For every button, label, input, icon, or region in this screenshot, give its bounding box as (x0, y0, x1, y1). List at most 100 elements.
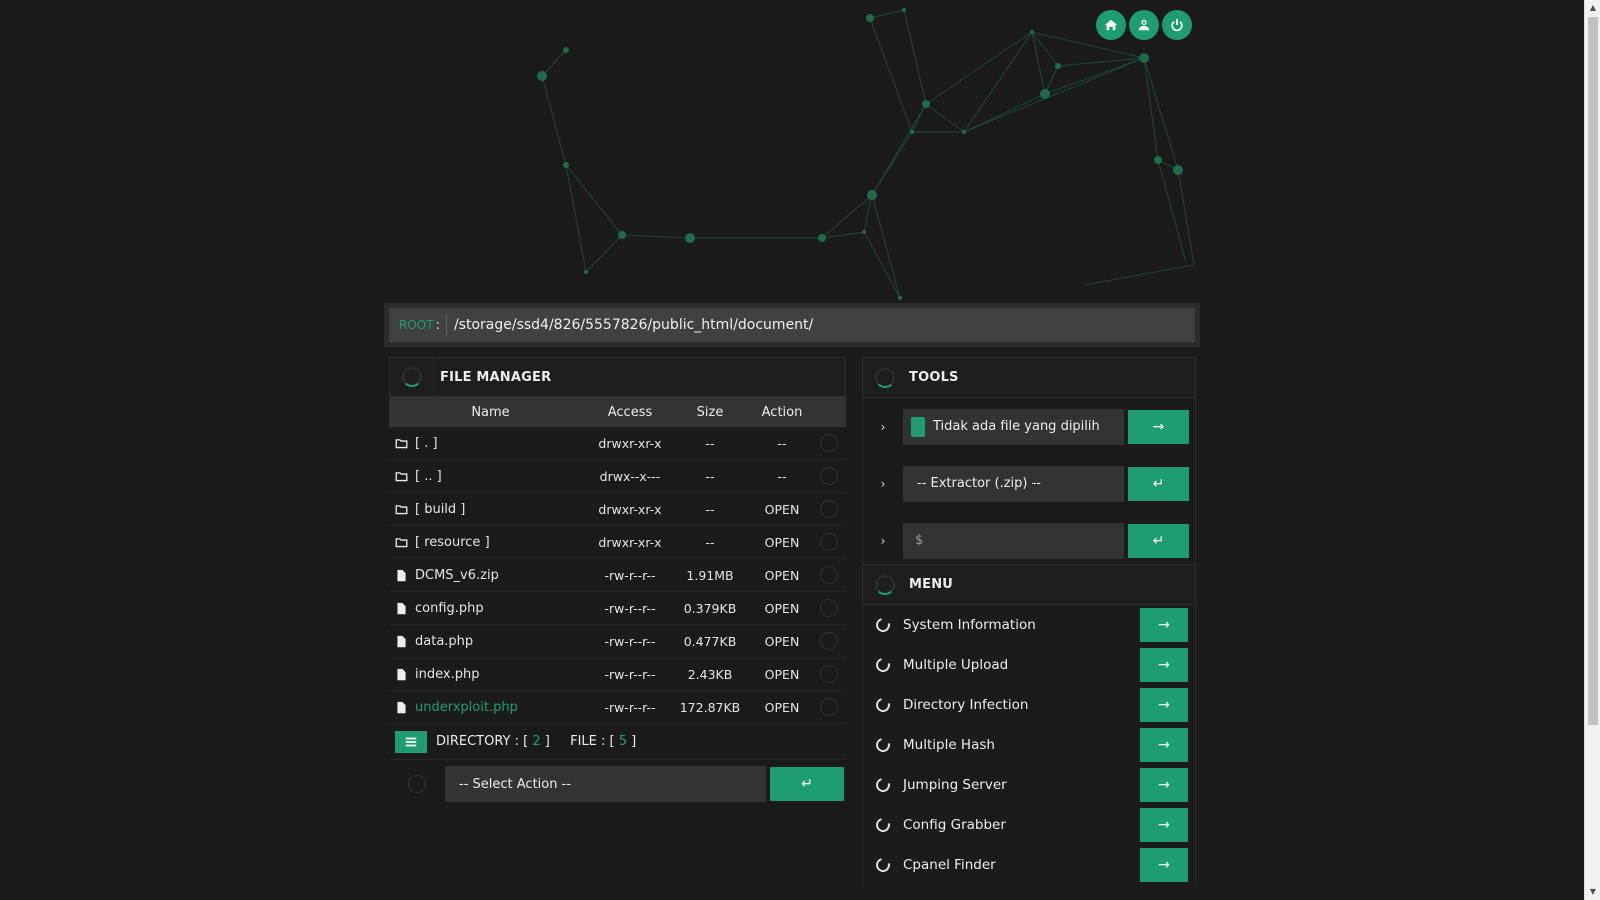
command-prompt: $ (915, 533, 924, 548)
file-name[interactable]: config.php (415, 601, 484, 616)
file-name[interactable]: [ . ] (415, 436, 438, 451)
hamburger-icon (405, 737, 417, 746)
file-name-cell[interactable]: DCMS_v6.zip (389, 568, 592, 583)
choose-file-button[interactable] (911, 416, 925, 437)
file-name[interactable]: [ build ] (415, 502, 465, 517)
menu-go-button[interactable]: → (1140, 648, 1188, 682)
action-select[interactable]: -- Select Action -- (445, 766, 766, 802)
tools-panel: TOOLS › Tidak ada file yang dipilih → › … (862, 357, 1196, 570)
upload-button[interactable]: → (1128, 409, 1189, 444)
open-action[interactable]: OPEN (752, 700, 812, 715)
network-background (537, 8, 1195, 300)
scrollbar-thumb[interactable] (1588, 17, 1598, 725)
file-name[interactable]: DCMS_v6.zip (415, 568, 499, 583)
circle-notch-icon (873, 855, 893, 875)
file-access: -rw-r--r-- (604, 633, 656, 649)
menu-go-button[interactable]: → (1140, 688, 1188, 722)
column-name: Name (471, 404, 510, 420)
file-size: -- (705, 468, 715, 484)
panel-title: TOOLS (909, 370, 959, 385)
open-action: -- (777, 468, 787, 484)
menu-panel: MENU System Information → Multiple Upload →… (862, 564, 1196, 900)
file-access: -rw-r--r-- (604, 699, 656, 715)
table-header: Name Access Size Action (389, 397, 846, 427)
open-action[interactable]: OPEN (752, 601, 812, 616)
file-name-cell[interactable]: [ resource ] (389, 535, 592, 550)
file-name[interactable]: underxploit.php (415, 700, 518, 715)
menu-go-button[interactable]: → (1140, 728, 1188, 762)
menu-item: Directory Infection → (863, 685, 1195, 725)
extractor-select[interactable]: -- Extractor (.zip) -- (903, 465, 1124, 502)
home-button[interactable] (1096, 10, 1126, 40)
open-action[interactable]: OPEN (752, 568, 812, 583)
row-checkbox[interactable] (820, 698, 838, 716)
power-icon (1171, 18, 1183, 32)
row-checkbox[interactable] (820, 599, 838, 617)
file-size: -- (705, 534, 715, 550)
vertical-scrollbar[interactable]: ▲ ▼ (1584, 0, 1600, 900)
open-action[interactable]: OPEN (752, 502, 812, 517)
file-name-cell[interactable]: index.php (389, 667, 592, 682)
file-upload-input[interactable]: Tidak ada file yang dipilih (903, 408, 1124, 445)
command-input[interactable]: $ (903, 522, 1124, 559)
folder-icon (395, 469, 409, 483)
file-name-cell[interactable]: [ .. ] (389, 469, 592, 484)
file-name-cell[interactable]: config.php (389, 601, 592, 616)
file-name[interactable]: index.php (415, 667, 479, 682)
user-button[interactable] (1129, 10, 1159, 40)
file-icon (395, 601, 409, 615)
row-checkbox[interactable] (820, 533, 838, 551)
file-access: -rw-r--r-- (604, 600, 656, 616)
file-size: 172.87KB (679, 699, 741, 715)
table-row: [ .. ] drwx--x--- -- -- (389, 460, 846, 493)
file-name[interactable]: data.php (415, 634, 473, 649)
open-action[interactable]: OPEN (752, 667, 812, 682)
menu-item: Config Grabber → (863, 805, 1195, 845)
file-name-cell[interactable]: data.php (389, 634, 592, 649)
file-table: Name Access Size Action [ . ] drwxr-xr-x -… (389, 397, 846, 724)
folder-icon (395, 535, 409, 549)
run-command-button[interactable]: ↵ (1128, 523, 1189, 558)
file-name-cell[interactable]: underxploit.php (389, 700, 592, 715)
row-checkbox[interactable] (820, 467, 838, 485)
row-checkbox[interactable] (820, 566, 838, 584)
row-checkbox[interactable] (820, 500, 838, 518)
root-label: ROOT (399, 318, 434, 332)
power-button[interactable] (1162, 10, 1192, 40)
menu-item-label: Jumping Server (903, 777, 1007, 793)
row-checkbox[interactable] (820, 632, 838, 650)
file-icon (395, 568, 409, 582)
menu-go-button[interactable]: → (1140, 848, 1188, 882)
row-checkbox[interactable] (820, 665, 838, 683)
open-action[interactable]: OPEN (752, 535, 812, 550)
file-access: drwxr-xr-x (598, 501, 662, 517)
submit-action-button[interactable]: ↵ (770, 767, 844, 801)
upload-row: › Tidak ada file yang dipilih → (863, 398, 1195, 455)
open-action[interactable]: OPEN (752, 634, 812, 649)
loading-spinner-icon (875, 574, 895, 595)
menu-go-button[interactable]: → (1140, 608, 1188, 642)
scroll-down-icon[interactable]: ▼ (1585, 884, 1600, 900)
menu-item-label: Cpanel Finder (903, 857, 996, 873)
chevron-right-icon: › (880, 419, 886, 434)
file-name[interactable]: [ resource ] (415, 535, 490, 550)
file-name[interactable]: [ .. ] (415, 469, 442, 484)
column-action: Action (761, 404, 803, 420)
menu-go-button[interactable]: → (1140, 808, 1188, 842)
list-menu-button[interactable] (395, 730, 427, 753)
row-checkbox[interactable] (820, 434, 838, 452)
current-path[interactable]: /storage/ssd4/826/5557826/public_html/do… (454, 317, 813, 333)
root-colon: : (435, 317, 440, 333)
bracket: ] (544, 734, 550, 749)
file-name-cell[interactable]: [ . ] (389, 436, 592, 451)
menu-item: Jumping Server → (863, 765, 1195, 805)
select-all-checkbox[interactable] (408, 775, 426, 793)
file-stats-bar: DIRECTORY : [ 2 ] FILE : [ 5 ] (389, 724, 846, 760)
scroll-up-icon[interactable]: ▲ (1585, 0, 1600, 16)
tools-header: TOOLS (862, 357, 1196, 397)
file-name-cell[interactable]: [ build ] (389, 502, 592, 517)
divider (445, 315, 447, 335)
extract-button[interactable]: ↵ (1128, 466, 1189, 501)
menu-go-button[interactable]: → (1140, 768, 1188, 802)
menu-item: Multiple Upload → (863, 645, 1195, 685)
